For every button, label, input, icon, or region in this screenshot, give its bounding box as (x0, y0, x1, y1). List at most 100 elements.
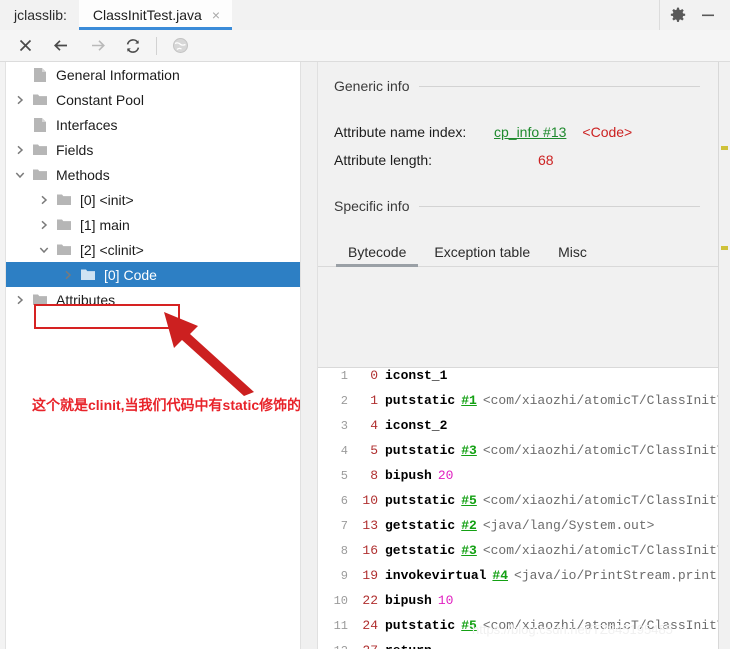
bytecode-line[interactable]: 3 4 iconst_2 (318, 418, 718, 443)
constant-pool-ref[interactable]: #4 (492, 568, 508, 583)
constant-pool-ref[interactable]: #3 (461, 443, 477, 458)
chevron-down-icon[interactable] (10, 170, 30, 180)
tree-item-attributes[interactable]: Attributes (6, 287, 300, 312)
file-icon (30, 117, 50, 132)
bytecode-line[interactable]: 9 19 invokevirtual #4 <java/io/PrintStream.p… (318, 568, 718, 593)
bytecode-mnemonic: iconst_1 (385, 368, 448, 383)
attribute-name-index-row: Attribute name index: cp_info #13 <Code> (318, 124, 718, 140)
line-number: 6 (340, 494, 348, 508)
constant-pool-ref[interactable]: #2 (461, 518, 477, 533)
right-gutter (718, 62, 730, 649)
bytecode-line[interactable]: 10 22 bipush 10 (318, 593, 718, 618)
folder-icon (30, 168, 50, 181)
constant-pool-ref[interactable]: #5 (461, 493, 477, 508)
navigation-toolbar (0, 30, 730, 62)
main-content: General Information Constant Pool Interfac… (0, 62, 730, 649)
tree-item-label: [0] Code (104, 266, 157, 283)
bytecode-line[interactable]: 1227 return (318, 643, 718, 649)
bytecode-offset: 10 (362, 493, 378, 508)
line-number: 9 (340, 569, 348, 583)
minimize-icon[interactable] (700, 7, 716, 23)
panel-splitter[interactable] (300, 62, 318, 649)
reload-icon[interactable] (118, 34, 148, 58)
chevron-right-icon[interactable] (10, 95, 30, 105)
tree-item-label: [1] main (80, 216, 130, 233)
bytecode-line[interactable]: 4 5 putstatic #3 <com/xiaozhi/atomicT/ClassI… (318, 443, 718, 468)
app-label: jclasslib: (0, 0, 79, 30)
folder-icon (30, 143, 50, 156)
bytecode-offset: 27 (348, 643, 378, 649)
tab-misc[interactable]: Misc (544, 240, 601, 266)
annotation-text: 这个就是clinit,当我们代码中有static修饰的变量或者代码快时会出现 (32, 397, 300, 413)
title-bar: jclasslib: ClassInitTest.java × (0, 0, 730, 31)
tab-bytecode[interactable]: Bytecode (334, 240, 420, 267)
tree-item-0-code[interactable]: [0] Code (6, 262, 300, 287)
chevron-right-icon[interactable] (58, 270, 78, 280)
tree-item-fields[interactable]: Fields (6, 137, 300, 162)
line-number: 8 (340, 544, 348, 558)
watermark: https://blog.csdn.net/TZ845195485 (472, 622, 673, 637)
bytecode-descriptor: <com/xiaozhi/atomicT/ClassInitTest. (482, 543, 718, 558)
chevron-right-icon[interactable] (34, 195, 54, 205)
bytecode-offset: 5 (370, 443, 378, 458)
bytecode-mnemonic: invokevirtual (385, 568, 487, 583)
gutter-mark (721, 146, 728, 150)
class-structure-tree[interactable]: General Information Constant Pool Interfac… (6, 62, 300, 649)
tree-item-constant-pool[interactable]: Constant Pool (6, 87, 300, 112)
chevron-right-icon[interactable] (10, 145, 30, 155)
tab-close-icon[interactable]: × (212, 8, 220, 23)
bytecode-line[interactable]: 7 13 getstatic #2 <java/lang/System.out> (318, 518, 718, 543)
tree-item-interfaces[interactable]: Interfaces (6, 112, 300, 137)
generic-info-header: Generic info (318, 78, 718, 94)
folder-icon (54, 218, 74, 231)
tree-item-label: [0] <init> (80, 191, 134, 208)
bytecode-listing[interactable]: 1 0 iconst_1 2 1 putstatic #1 <com/xiaozhi/atom… (318, 367, 718, 649)
constant-pool-ref[interactable]: #3 (461, 543, 477, 558)
tree-item-1-main[interactable]: [1] main (6, 212, 300, 237)
bytecode-line[interactable]: 1 0 iconst_1 (318, 368, 718, 393)
bytecode-mnemonic: getstatic (385, 543, 456, 558)
bytecode-line[interactable]: 5 8 bipush 20 (318, 468, 718, 493)
tree-item-methods[interactable]: Methods (6, 162, 300, 187)
arrow-left-icon[interactable] (46, 34, 76, 58)
bytecode-offset: 16 (362, 543, 378, 558)
line-number: 4 (340, 444, 348, 458)
tree-item-label: General Information (56, 66, 180, 83)
tab-exception-table[interactable]: Exception table (420, 240, 544, 266)
gear-icon[interactable] (670, 7, 686, 23)
tree-item-label: Interfaces (56, 116, 118, 133)
specific-info-rule (419, 205, 700, 207)
bytecode-line[interactable]: 6 10 putstatic #5 <com/xiaozhi/atomicT/Class… (318, 493, 718, 518)
bytecode-line[interactable]: 2 1 putstatic #1 <com/xiaozhi/atomicT/ClassI… (318, 393, 718, 418)
tree-item-general-information[interactable]: General Information (6, 62, 300, 87)
globe-icon (165, 34, 195, 58)
line-number: 11 (333, 619, 348, 633)
attribute-length-label: Attribute length: (334, 152, 433, 168)
bytecode-descriptor: <com/xiaozhi/atomicT/ClassInitTest. (482, 493, 718, 508)
bytecode-mnemonic: return (385, 643, 432, 649)
close-icon[interactable] (10, 34, 40, 58)
bytecode-line[interactable]: 8 16 getstatic #3 <com/xiaozhi/atomicT/Class… (318, 543, 718, 568)
chevron-down-icon[interactable] (34, 245, 54, 255)
title-bar-spacer (232, 0, 659, 30)
bytecode-offset: 0 (370, 368, 378, 383)
bytecode-descriptor: <com/xiaozhi/atomicT/ClassInitTest. (482, 393, 718, 408)
tree-item-label: Methods (56, 166, 110, 183)
generic-info-title: Generic info (334, 78, 410, 94)
bytecode-mnemonic: putstatic (385, 393, 456, 408)
chevron-right-icon[interactable] (34, 220, 54, 230)
tree-item-2-clinit[interactable]: [2] <clinit> (6, 237, 300, 262)
bytecode-offset: 4 (370, 418, 378, 433)
constant-pool-ref[interactable]: #1 (461, 393, 477, 408)
line-number: 2 (340, 394, 348, 408)
attribute-name-index-link[interactable]: cp_info #13 (494, 124, 566, 140)
chevron-right-icon[interactable] (10, 295, 30, 305)
tab-classinittest[interactable]: ClassInitTest.java × (78, 0, 233, 30)
line-number: 12 (318, 644, 348, 649)
tree-item-label: Constant Pool (56, 91, 144, 108)
tree-rows: General Information Constant Pool Interfac… (6, 62, 300, 312)
bytecode-descriptor: <java/io/PrintStream.println> (514, 568, 718, 583)
folder-icon (54, 193, 74, 206)
bytecode-literal: 10 (437, 593, 454, 608)
tree-item-0-init[interactable]: [0] <init> (6, 187, 300, 212)
